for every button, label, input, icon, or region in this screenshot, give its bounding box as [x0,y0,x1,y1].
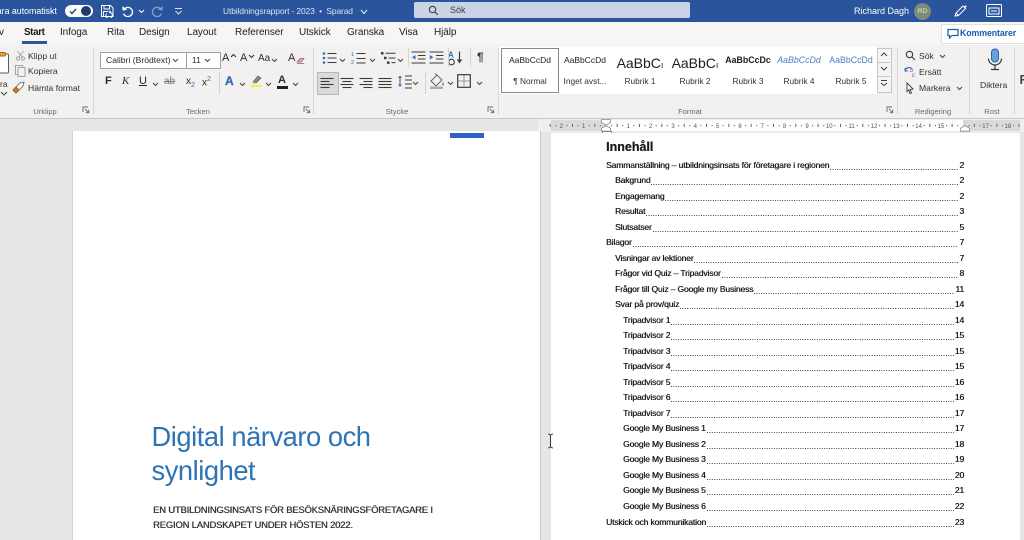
svg-text:2: 2 [351,60,354,65]
svg-text:17: 17 [982,124,989,130]
svg-text:12: 12 [871,124,878,130]
svg-text:c: c [912,73,915,78]
svg-text:A: A [448,51,454,60]
svg-text:10: 10 [826,124,833,130]
svg-text:18: 18 [1005,124,1012,130]
svg-text:14: 14 [915,124,922,130]
svg-text:13: 13 [893,124,900,130]
svg-text:11: 11 [848,124,855,130]
svg-text:1: 1 [351,52,354,58]
svg-text:15: 15 [938,124,945,130]
